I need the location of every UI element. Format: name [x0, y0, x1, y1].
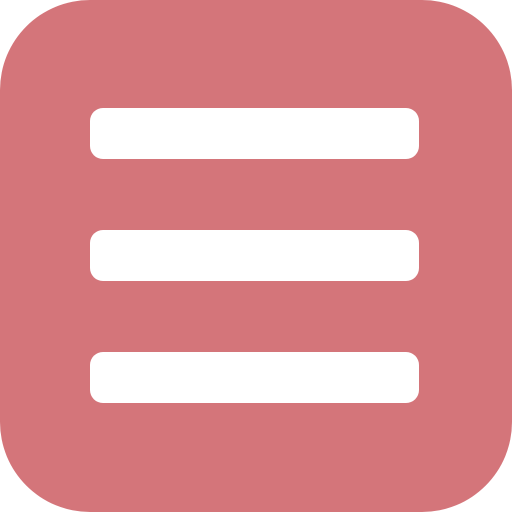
menu-line-bottom — [90, 352, 419, 403]
menu-line-middle — [90, 230, 419, 281]
hamburger-menu-icon — [0, 0, 512, 512]
menu-button[interactable] — [0, 0, 512, 512]
menu-line-top — [90, 108, 419, 159]
